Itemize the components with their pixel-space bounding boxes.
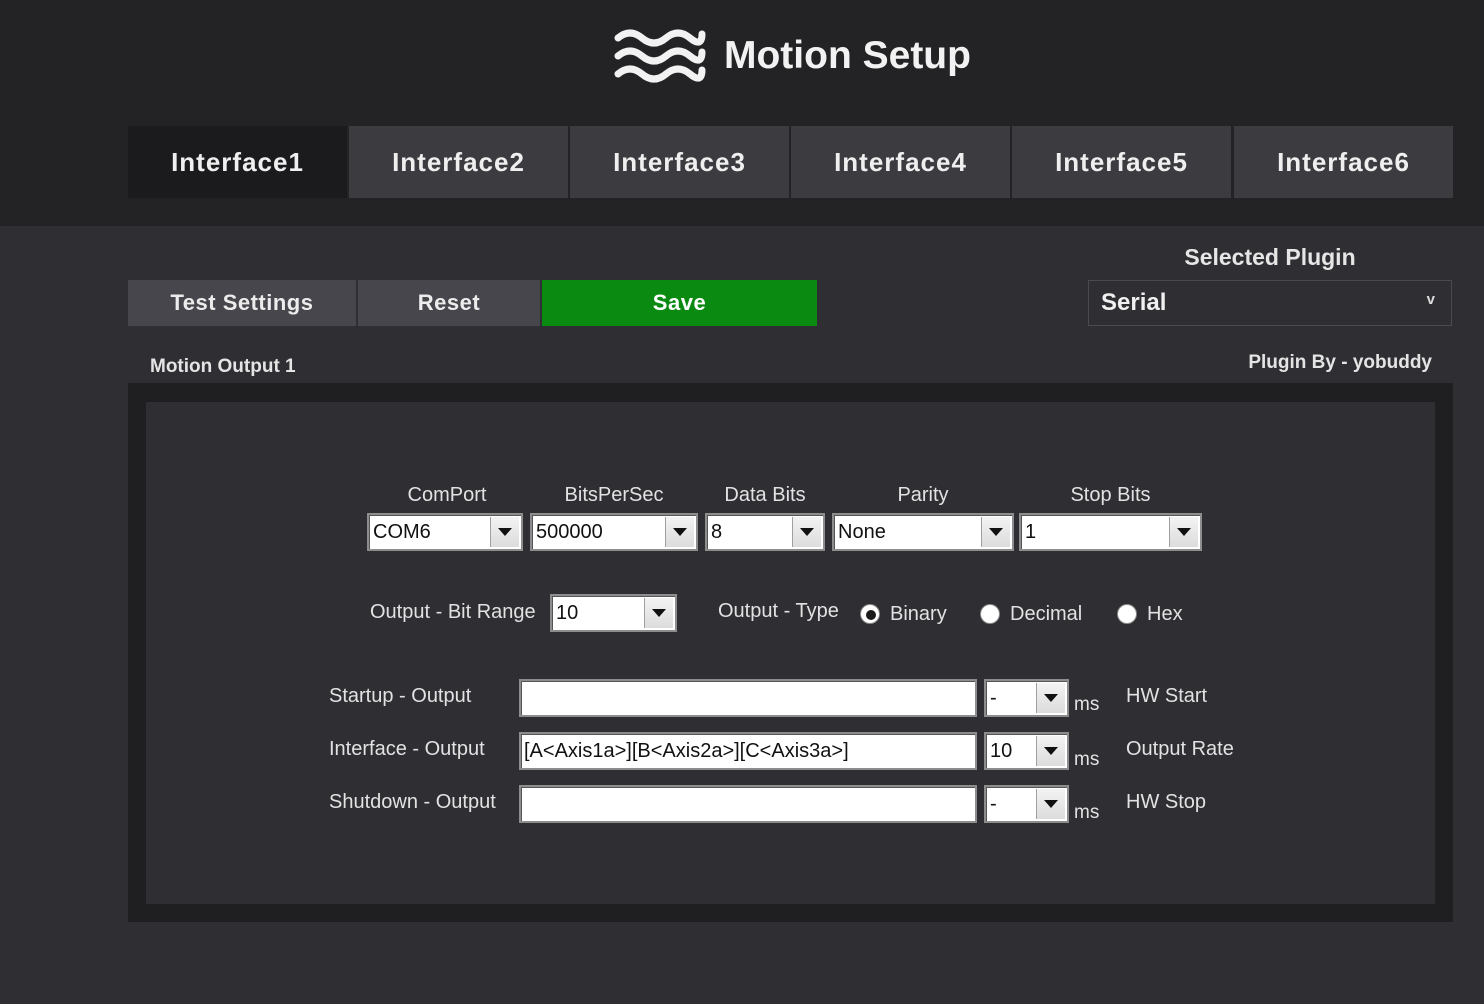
startup-delay-value: - <box>990 686 997 709</box>
dropdown-arrow-icon[interactable] <box>981 517 1010 547</box>
tab-interface2[interactable]: Interface2 <box>349 126 568 198</box>
tab-interface4[interactable]: Interface4 <box>791 126 1010 198</box>
comport-select[interactable]: COM6 <box>367 513 523 551</box>
selected-plugin-label: Selected Plugin <box>1184 244 1356 270</box>
data-bits-select[interactable]: 8 <box>705 513 825 551</box>
parity-label: Parity <box>897 484 949 506</box>
plugin-select[interactable]: Serial v <box>1088 280 1452 326</box>
bits-per-sec-select[interactable]: 500000 <box>530 513 698 551</box>
comport-value: COM6 <box>373 520 431 543</box>
shutdown-unit: ms <box>1074 802 1100 823</box>
app-title: Motion Setup <box>724 34 971 77</box>
reset-button[interactable]: Reset <box>358 280 540 326</box>
output-rate-label: Output Rate <box>1126 738 1234 760</box>
bits-per-sec-value: 500000 <box>536 520 603 543</box>
bits-per-sec-label: BitsPerSec <box>564 484 664 506</box>
tab-interface3[interactable]: Interface3 <box>570 126 789 198</box>
tab-interface1[interactable]: Interface1 <box>128 126 347 198</box>
stop-bits-select[interactable]: 1 <box>1019 513 1202 551</box>
bit-range-select[interactable]: 10 <box>550 594 677 632</box>
plugin-select-value: Serial <box>1101 289 1167 316</box>
stop-bits-value: 1 <box>1025 520 1037 543</box>
parity-select[interactable]: None <box>832 513 1014 551</box>
parity-value: None <box>838 520 886 543</box>
test-settings-button[interactable]: Test Settings <box>128 280 356 326</box>
radio-decimal-label[interactable]: Decimal <box>1010 603 1082 626</box>
hw-stop-label: HW Stop <box>1126 791 1207 813</box>
dropdown-arrow-icon[interactable] <box>792 517 821 547</box>
radio-binary[interactable] <box>860 604 880 624</box>
radio-binary-label[interactable]: Binary <box>890 603 947 626</box>
shutdown-output-label: Shutdown - Output <box>329 791 496 813</box>
interface-delay-select[interactable]: 10 <box>984 732 1069 770</box>
stop-bits-label: Stop Bits <box>1070 484 1151 506</box>
interface-output-input[interactable]: [A<Axis1a>][B<Axis2a>][C<Axis3a>] <box>519 732 977 770</box>
startup-delay-select[interactable]: - <box>984 679 1069 717</box>
hw-start-label: HW Start <box>1126 685 1208 707</box>
section-title: Motion Output 1 <box>150 356 296 377</box>
radio-hex[interactable] <box>1117 604 1137 624</box>
interface-output-label: Interface - Output <box>329 738 485 760</box>
interface-delay-value: 10 <box>990 739 1013 762</box>
save-button[interactable]: Save <box>542 280 817 326</box>
startup-output-input[interactable] <box>519 679 977 717</box>
dropdown-arrow-icon[interactable] <box>1036 683 1065 713</box>
startup-unit: ms <box>1074 694 1100 715</box>
data-bits-label: Data Bits <box>724 484 806 506</box>
dropdown-arrow-icon[interactable] <box>1036 789 1065 819</box>
chevron-down-icon: v <box>1426 291 1435 308</box>
plugin-author: Plugin By - yobuddy <box>1248 352 1432 373</box>
data-bits-value: 8 <box>711 520 723 543</box>
tab-interface6[interactable]: Interface6 <box>1234 126 1453 198</box>
dropdown-arrow-icon[interactable] <box>644 598 673 628</box>
output-type-label: Output - Type <box>718 600 839 622</box>
bit-range-value: 10 <box>556 601 579 624</box>
shutdown-output-input[interactable] <box>519 785 977 823</box>
shutdown-delay-value: - <box>990 792 997 815</box>
tab-interface5[interactable]: Interface5 <box>1012 126 1231 198</box>
dropdown-arrow-icon[interactable] <box>1036 736 1065 766</box>
dropdown-arrow-icon[interactable] <box>665 517 694 547</box>
bit-range-label: Output - Bit Range <box>370 601 536 623</box>
startup-output-label: Startup - Output <box>329 685 472 707</box>
shutdown-delay-select[interactable]: - <box>984 785 1069 823</box>
comport-label: ComPort <box>407 484 487 506</box>
waves-icon <box>614 29 706 83</box>
dropdown-arrow-icon[interactable] <box>490 517 519 547</box>
output-panel <box>146 402 1435 904</box>
radio-decimal[interactable] <box>980 604 1000 624</box>
radio-hex-label[interactable]: Hex <box>1147 603 1183 626</box>
interface-unit: ms <box>1074 749 1100 770</box>
dropdown-arrow-icon[interactable] <box>1169 517 1198 547</box>
